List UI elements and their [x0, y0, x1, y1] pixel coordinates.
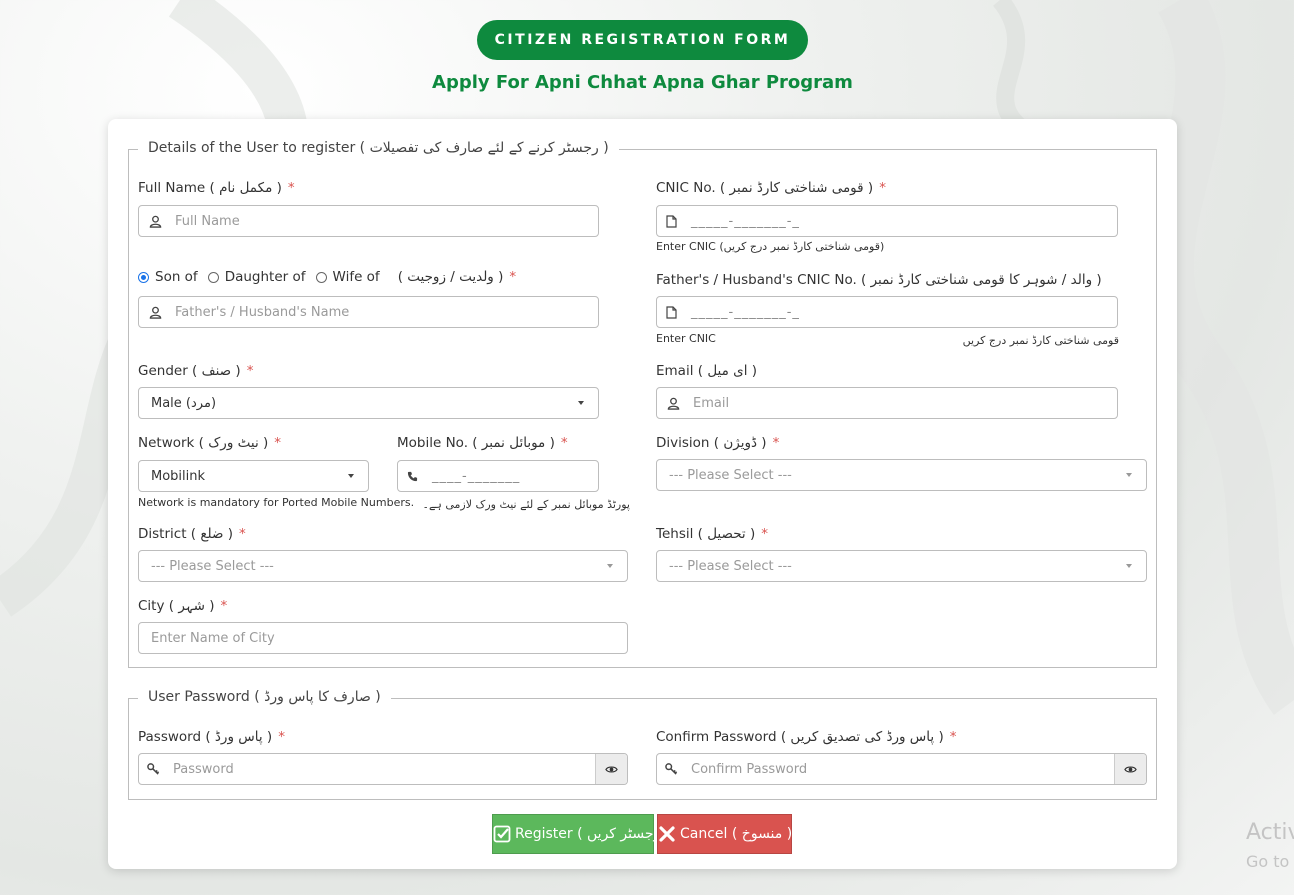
chevron-down-icon	[348, 474, 354, 478]
gender-value: Male (مرد)	[151, 395, 217, 411]
cnic-hint: Enter CNIC (قومی شناختی کارڈ نمبر درج کر…	[656, 240, 885, 253]
city-placeholder: Enter Name of City	[151, 630, 275, 646]
id-card-icon	[657, 305, 685, 319]
division-select[interactable]: --- Please Select ---	[656, 459, 1147, 491]
city-input[interactable]: Enter Name of City	[138, 622, 628, 654]
password-placeholder: Password	[173, 761, 234, 777]
father-cnic-label: Father's / Husband's CNIC No. ( والد / ش…	[656, 272, 1102, 288]
gender-label: Gender ( صنف ) *	[138, 363, 254, 379]
chevron-down-icon	[578, 401, 584, 405]
activation-watermark-line2: Go to	[1246, 852, 1290, 871]
user-icon	[659, 397, 687, 410]
close-icon	[658, 815, 676, 853]
confirm-password-placeholder: Confirm Password	[691, 761, 808, 777]
cancel-button[interactable]: Cancel ( منسوخ )	[657, 814, 792, 854]
register-button-label: Register ( رجسٹر کریں )	[515, 826, 670, 842]
relation-urdu-label: ( ولدیت / زوجیت )	[397, 269, 504, 285]
email-label: Email ( ای میل )	[656, 363, 758, 379]
email-input[interactable]: Email	[656, 387, 1118, 419]
cnic-mask: _____-_______-_	[691, 213, 800, 229]
full-name-label: Full Name ( مکمل نام ) *	[138, 180, 295, 196]
division-label: Division ( ڈویژن ) *	[656, 435, 780, 451]
confirm-password-input[interactable]: Confirm Password	[656, 753, 1147, 785]
radio-wife-of[interactable]	[315, 271, 327, 283]
eye-icon	[605, 765, 618, 773]
user-icon	[141, 215, 169, 228]
full-name-placeholder: Full Name	[175, 213, 240, 229]
radio-son-of[interactable]	[138, 271, 149, 283]
mobile-mask: ____-_______	[432, 468, 521, 484]
network-hint: Network is mandatory for Ported Mobile N…	[138, 496, 415, 509]
father-name-placeholder: Father's / Husband's Name	[175, 304, 350, 320]
page-title: CITIZEN REGISTRATION FORM	[477, 20, 808, 60]
user-icon	[141, 306, 169, 319]
cancel-button-label: Cancel ( منسوخ )	[680, 826, 793, 842]
mobile-hint-urdu: پورٹڈ موبائل نمبر کے لئے نیٹ ورک لازمی ہ…	[422, 498, 631, 511]
confirm-password-label: Confirm Password ( پاس ورڈ کی تصدیق کریں…	[656, 729, 957, 745]
network-label: Network ( نیٹ ورک ) *	[138, 435, 282, 451]
chevron-down-icon	[607, 564, 613, 568]
password-label: Password ( پاس ورڈ ) *	[138, 729, 285, 745]
key-icon	[657, 762, 685, 776]
chevron-down-icon	[1126, 473, 1132, 477]
district-label: District ( ضلع ) *	[138, 526, 246, 542]
cnic-label: CNIC No. ( قومی شناختی کارڈ نمبر ) *	[656, 180, 886, 196]
father-name-input[interactable]: Father's / Husband's Name	[138, 296, 599, 328]
chevron-down-icon	[1126, 564, 1132, 568]
network-select[interactable]: Mobilink	[138, 460, 369, 492]
father-cnic-mask: _____-_______-_	[691, 304, 800, 320]
page-subtitle: Apply For Apni Chhat Apna Ghar Program	[432, 72, 853, 93]
cnic-input[interactable]: _____-_______-_	[656, 205, 1118, 237]
eye-icon	[1124, 765, 1137, 773]
id-card-icon	[657, 214, 685, 228]
city-label: City ( شہر ) *	[138, 598, 228, 614]
email-placeholder: Email	[693, 395, 730, 411]
district-value: --- Please Select ---	[151, 558, 274, 574]
mobile-label: Mobile No. ( موبائل نمبر ) *	[397, 435, 568, 451]
radio-wife-of-label: Wife of	[332, 269, 380, 285]
user-details-legend: Details of the User to register ( رجسٹر …	[138, 140, 619, 156]
registration-form-card: Details of the User to register ( رجسٹر …	[108, 119, 1177, 869]
tehsil-value: --- Please Select ---	[669, 558, 792, 574]
password-input[interactable]: Password	[138, 753, 628, 785]
father-cnic-hint: Enter CNIC	[656, 332, 716, 345]
activation-watermark-line1: Activ	[1246, 820, 1294, 845]
password-legend: User Password ( صارف کا پاس ورڈ )	[138, 689, 391, 705]
radio-son-of-label: Son of	[155, 269, 198, 285]
network-value: Mobilink	[151, 468, 206, 484]
check-square-icon	[493, 815, 511, 853]
key-icon	[139, 762, 167, 776]
register-button[interactable]: Register ( رجسٹر کریں )	[492, 814, 670, 854]
full-name-input[interactable]: Full Name	[138, 205, 599, 237]
division-value: --- Please Select ---	[669, 467, 792, 483]
relation-radio-group: Son of Daughter of Wife of ( ولدیت / زوج…	[138, 269, 516, 285]
show-password-toggle[interactable]	[595, 754, 627, 784]
district-select[interactable]: --- Please Select ---	[138, 550, 628, 582]
show-confirm-password-toggle[interactable]	[1114, 754, 1146, 784]
father-cnic-input[interactable]: _____-_______-_	[656, 296, 1118, 328]
mobile-input[interactable]: ____-_______	[397, 460, 599, 492]
radio-daughter-of[interactable]	[207, 271, 219, 283]
gender-select[interactable]: Male (مرد)	[138, 387, 599, 419]
tehsil-label: Tehsil ( تحصیل ) *	[656, 526, 768, 542]
phone-icon	[398, 471, 426, 482]
father-cnic-hint-urdu: قومی شناختی کارڈ نمبر درج کریں	[962, 334, 1119, 347]
tehsil-select[interactable]: --- Please Select ---	[656, 550, 1147, 582]
radio-daughter-of-label: Daughter of	[224, 269, 306, 285]
